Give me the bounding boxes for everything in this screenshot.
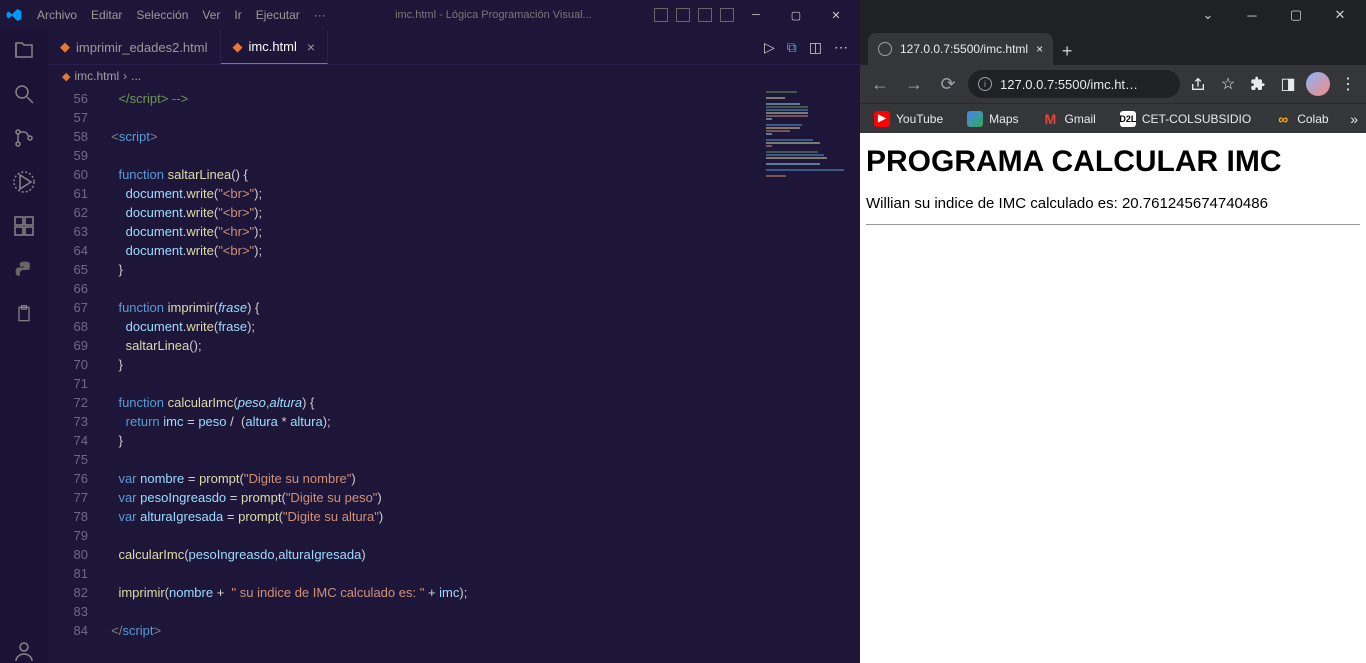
breadcrumb-more: ... xyxy=(131,69,141,83)
bookmark-label: Colab xyxy=(1297,112,1328,126)
close-tab-icon[interactable]: × xyxy=(1036,42,1043,56)
minimap[interactable] xyxy=(760,87,860,663)
menu-seleccion[interactable]: Selección xyxy=(129,8,195,22)
debug-icon[interactable] xyxy=(12,170,36,194)
bookmark-item[interactable]: D2L CET-COLSUBSIDIO xyxy=(1114,107,1257,131)
split-preview-icon[interactable]: ⧉ xyxy=(787,39,797,56)
close-tab-icon[interactable]: × xyxy=(307,39,315,55)
result-text: Willian su indice de IMC calculado es: 2… xyxy=(866,195,1360,212)
chrome-dropdown-icon[interactable]: ⌄ xyxy=(1186,0,1230,30)
chrome-minimize-button[interactable]: ─ xyxy=(1230,0,1274,30)
tab-imc[interactable]: ◆ imc.html × xyxy=(221,30,329,64)
chrome-tab-title: 127.0.0.7:5500/imc.html xyxy=(900,42,1028,56)
d2l-icon: D2L xyxy=(1120,111,1136,127)
explorer-icon[interactable] xyxy=(12,38,36,62)
run-icon[interactable]: ▷ xyxy=(764,39,775,56)
share-icon[interactable] xyxy=(1186,72,1210,96)
layout-icon[interactable] xyxy=(676,8,690,22)
menu-archivo[interactable]: Archivo xyxy=(30,8,84,22)
layout-icon[interactable] xyxy=(720,8,734,22)
address-bar[interactable]: i 127.0.0.7:5500/imc.ht… xyxy=(968,70,1180,98)
extensions-puzzle-icon[interactable] xyxy=(1246,72,1270,96)
bookmark-item[interactable]: ∞ Colab xyxy=(1269,107,1334,131)
close-button[interactable]: ✕ xyxy=(818,0,854,30)
menu-ir[interactable]: Ir xyxy=(227,8,248,22)
new-tab-button[interactable]: + xyxy=(1053,37,1081,65)
html-file-icon: ◆ xyxy=(62,70,70,83)
window-title: imc.html - Lógica Programación Visual... xyxy=(333,9,654,21)
menu-more[interactable]: ··· xyxy=(307,8,333,22)
gmail-icon: M xyxy=(1043,111,1059,127)
vscode-window: Archivo Editar Selección Ver Ir Ejecutar… xyxy=(0,0,860,663)
source-control-icon[interactable] xyxy=(12,126,36,150)
menu-ejecutar[interactable]: Ejecutar xyxy=(249,8,307,22)
menu-editar[interactable]: Editar xyxy=(84,8,129,22)
colab-i-icon: ∞ xyxy=(1275,111,1291,127)
split-editor-icon[interactable]: ◫ xyxy=(809,39,822,56)
bookmarks-overflow-icon[interactable]: » xyxy=(1350,111,1358,127)
layout-icon[interactable] xyxy=(654,8,668,22)
html-file-icon: ◆ xyxy=(60,39,70,55)
chrome-titlebar: ⌄ ─ ▢ ✕ xyxy=(860,0,1366,30)
forward-button[interactable]: → xyxy=(900,70,928,98)
back-button[interactable]: ← xyxy=(866,70,894,98)
vscode-titlebar: Archivo Editar Selección Ver Ir Ejecutar… xyxy=(0,0,860,30)
extensions-icon[interactable] xyxy=(12,214,36,238)
account-icon[interactable] xyxy=(12,639,36,663)
code-editor[interactable]: 5657585960616263646566676869707172737475… xyxy=(48,87,860,663)
code-content[interactable]: </script> --> <script> function saltarLi… xyxy=(104,87,760,663)
bookmark-label: CET-COLSUBSIDIO xyxy=(1142,112,1251,126)
html-file-icon: ◆ xyxy=(233,39,243,55)
page-heading: PROGRAMA CALCULAR IMC xyxy=(866,145,1360,179)
search-icon[interactable] xyxy=(12,82,36,106)
bookmark-label: YouTube xyxy=(896,112,943,126)
bookmarks-bar: ▶ YouTube Maps M Gmail D2L CET-COLSUBSIDIO ∞ Col… xyxy=(860,103,1366,133)
chrome-toolbar: ← → ⟳ i 127.0.0.7:5500/imc.ht… ☆ ◨ ⋮ xyxy=(860,65,1366,103)
chrome-maximize-button[interactable]: ▢ xyxy=(1274,0,1318,30)
breadcrumbs[interactable]: ◆ imc.html › ... xyxy=(48,65,860,87)
tab-imprimir-edades[interactable]: ◆ imprimir_edades2.html xyxy=(48,30,221,64)
chrome-tab[interactable]: 127.0.0.7:5500/imc.html × xyxy=(868,33,1053,65)
url-text: 127.0.0.7:5500/imc.ht… xyxy=(1000,77,1138,92)
more-actions-icon[interactable]: ⋯ xyxy=(834,39,848,56)
editor-tabs: ◆ imprimir_edades2.html ◆ imc.html × ▷ ⧉… xyxy=(48,30,860,65)
breadcrumb-file: imc.html xyxy=(74,69,119,83)
bookmark-item[interactable]: Maps xyxy=(961,107,1024,131)
chrome-window: ⌄ ─ ▢ ✕ 127.0.0.7:5500/imc.html × + ← → … xyxy=(860,0,1366,663)
minimize-button[interactable]: ─ xyxy=(738,0,774,30)
bookmark-item[interactable]: M Gmail xyxy=(1037,107,1102,131)
reload-button[interactable]: ⟳ xyxy=(934,70,962,98)
site-info-icon[interactable]: i xyxy=(978,77,992,91)
globe-icon xyxy=(878,42,892,56)
bookmark-label: Maps xyxy=(989,112,1018,126)
chrome-menu-icon[interactable]: ⋮ xyxy=(1336,72,1360,96)
python-icon[interactable] xyxy=(12,258,36,282)
layout-controls xyxy=(654,8,734,22)
divider xyxy=(866,224,1360,225)
profile-avatar[interactable] xyxy=(1306,72,1330,96)
breadcrumb-sep: › xyxy=(123,69,127,83)
chrome-tabs: 127.0.0.7:5500/imc.html × + xyxy=(860,30,1366,65)
chrome-close-button[interactable]: ✕ xyxy=(1318,0,1362,30)
line-gutter: 5657585960616263646566676869707172737475… xyxy=(48,87,104,663)
vscode-logo-icon xyxy=(6,7,22,23)
side-panel-icon[interactable]: ◨ xyxy=(1276,72,1300,96)
bookmark-label: Gmail xyxy=(1065,112,1096,126)
activity-bar xyxy=(0,30,48,663)
page-content: PROGRAMA CALCULAR IMC Willian su indice … xyxy=(860,133,1366,663)
tab-label: imprimir_edades2.html xyxy=(76,40,208,55)
bookmark-item[interactable]: ▶ YouTube xyxy=(868,107,949,131)
maximize-button[interactable]: ▢ xyxy=(778,0,814,30)
menu-ver[interactable]: Ver xyxy=(195,8,227,22)
maps-icon xyxy=(967,111,983,127)
yt-icon: ▶ xyxy=(874,111,890,127)
clipboard-icon[interactable] xyxy=(12,302,36,326)
bookmark-star-icon[interactable]: ☆ xyxy=(1216,72,1240,96)
tab-label: imc.html xyxy=(249,39,297,54)
editor-area: ◆ imprimir_edades2.html ◆ imc.html × ▷ ⧉… xyxy=(48,30,860,663)
layout-icon[interactable] xyxy=(698,8,712,22)
